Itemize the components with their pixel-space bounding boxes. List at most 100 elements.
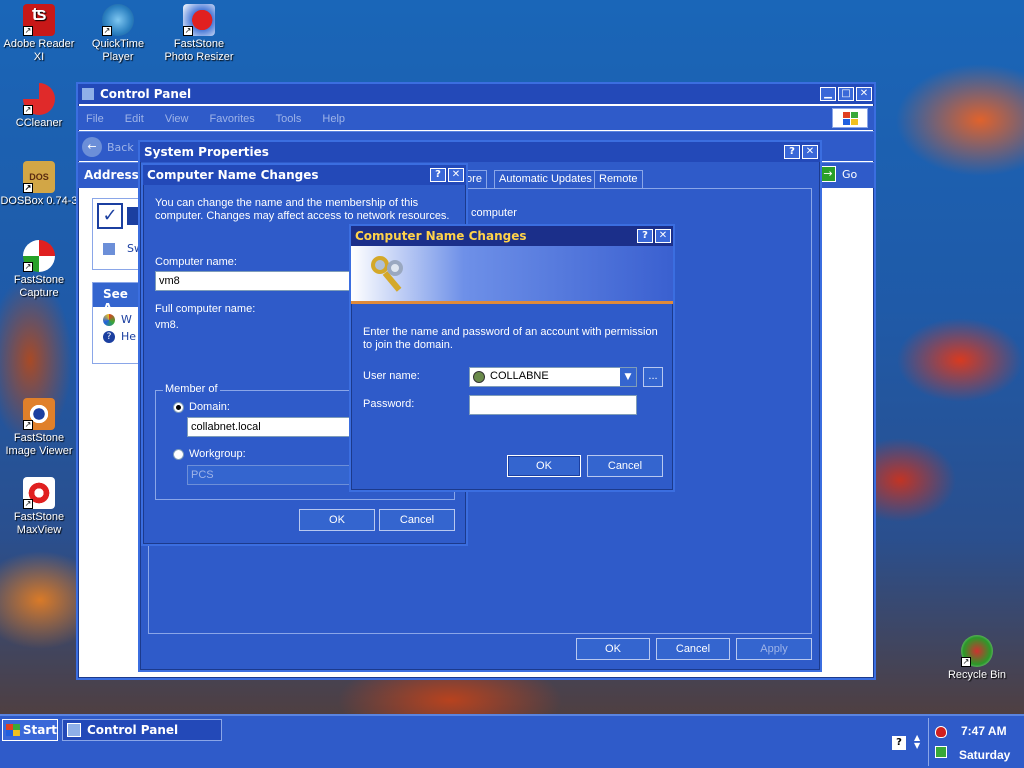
dosbox-icon: DOS ↗: [23, 161, 55, 193]
desktop-icon-label: Recycle Bin: [947, 669, 1007, 681]
security-shield-icon[interactable]: [935, 726, 947, 738]
desktop-icon-label: FastStone MaxView: [13, 511, 65, 536]
taskbar-item-control-panel[interactable]: Control Panel: [62, 719, 222, 741]
menu-bar: File Edit View Favorites Tools Help: [78, 106, 874, 130]
start-button[interactable]: Start: [2, 719, 58, 741]
desktop-icon-recycle-bin[interactable]: ↗ Recycle Bin: [938, 635, 1016, 682]
close-button[interactable]: ✕: [655, 229, 671, 243]
dialog-title: System Properties: [144, 145, 269, 159]
computer-name-field[interactable]: vm8: [155, 271, 355, 291]
instruction-text: Enter the name and password of an accoun…: [363, 326, 658, 351]
cancel-button[interactable]: Cancel: [587, 455, 663, 477]
user-name-label: User name:: [363, 370, 420, 382]
dialog-title: Computer Name Changes: [147, 168, 319, 182]
minimize-button[interactable]: ▁: [820, 87, 836, 101]
control-panel-titlebar[interactable]: Control Panel ▁ □ ✕: [78, 84, 874, 104]
domain-field[interactable]: collabnet.local: [187, 417, 351, 437]
apply-button[interactable]: Apply: [736, 638, 812, 660]
user-name-value: COLLABNE: [490, 370, 549, 382]
go-arrow-icon: →: [820, 166, 836, 182]
help-button[interactable]: ?: [637, 229, 653, 243]
desktop-icon-quicktime[interactable]: ↗ QuickTime Player: [79, 4, 157, 64]
workgroup-radio[interactable]: [173, 449, 184, 460]
system-tray: 7:47 AM Saturday: [928, 718, 1022, 766]
faststone-maxview-icon: ↗: [23, 477, 55, 509]
menu-edit[interactable]: Edit: [125, 113, 144, 125]
keys-icon: [369, 254, 413, 298]
system-properties-titlebar[interactable]: System Properties ? ✕: [140, 142, 820, 162]
windows-logo-icon: [6, 724, 20, 736]
clock-time[interactable]: 7:47 AM: [961, 724, 1007, 738]
desktop-icon-label: QuickTime Player: [91, 38, 145, 63]
member-of-label: Member of: [163, 383, 220, 395]
help-icon: ?: [103, 330, 115, 343]
full-name-label: Full computer name:: [155, 303, 256, 315]
desktop-icon-label: DOSBox 0.74-3: [0, 195, 78, 207]
credentials-dialog: Computer Name Changes ? ✕ Enter the name…: [349, 224, 675, 492]
desktop-icon-faststone-capture[interactable]: ↗ FastStone Capture: [0, 240, 78, 300]
tray-help-icon[interactable]: ?: [892, 736, 906, 750]
user-name-combo[interactable]: COLLABNE ▼: [469, 367, 637, 387]
help-button[interactable]: ?: [430, 168, 446, 182]
cancel-button[interactable]: Cancel: [656, 638, 730, 660]
tray-expand-icon[interactable]: ▲ ▼: [914, 734, 920, 750]
taskbar: Start Control Panel ? ▲ ▼ 7:47 AM Saturda…: [0, 714, 1024, 768]
menu-file[interactable]: File: [86, 113, 104, 125]
faststone-capture-icon: ↗: [23, 240, 55, 272]
menu-favorites[interactable]: Favorites: [210, 113, 255, 125]
menu-tools[interactable]: Tools: [276, 113, 302, 125]
desktop-icon-label: FastStone Capture: [13, 274, 65, 299]
desktop-icon-label: Adobe Reader XI: [3, 38, 75, 63]
workgroup-label: Workgroup:: [189, 448, 246, 460]
domain-radio[interactable]: [173, 402, 184, 413]
name-changes-titlebar[interactable]: Computer Name Changes ? ✕: [143, 165, 466, 185]
recycle-bin-icon: ↗: [961, 635, 993, 667]
desktop-icon-faststone-maxview[interactable]: ↗ FastStone MaxView: [0, 477, 78, 537]
workgroup-field: PCS: [187, 465, 351, 485]
browse-button[interactable]: ...: [643, 367, 663, 387]
password-field[interactable]: [469, 395, 637, 415]
windows-logo-icon: [832, 108, 868, 128]
ok-button[interactable]: OK: [507, 455, 581, 477]
password-label: Password:: [363, 398, 415, 410]
faststone-photo-resizer-icon: ↗: [183, 4, 215, 36]
back-button[interactable]: ← Back: [82, 136, 134, 158]
cancel-button[interactable]: Cancel: [379, 509, 455, 531]
desktop-icon-faststone-photo-resizer[interactable]: ↗ FastStone Photo Resizer: [160, 4, 238, 64]
tab-automatic-updates[interactable]: Automatic Updates: [494, 170, 597, 188]
ccleaner-icon: ↗: [23, 83, 55, 115]
close-button[interactable]: ✕: [448, 168, 464, 182]
faststone-image-viewer-icon: ↗: [23, 398, 55, 430]
dialog-title: Computer Name Changes: [355, 229, 527, 243]
go-button[interactable]: → Go: [820, 166, 857, 182]
network-icon[interactable]: [935, 746, 947, 758]
banner: [351, 246, 673, 304]
clock-day: Saturday: [959, 748, 1011, 762]
desktop-icon-label: FastStone Photo Resizer: [164, 38, 234, 63]
help-button[interactable]: ?: [784, 145, 800, 159]
close-button[interactable]: ✕: [856, 87, 872, 101]
quicktime-icon: ↗: [102, 4, 134, 36]
adobe-reader-icon: ʦ ↗: [23, 4, 55, 36]
desktop-icon-dosbox[interactable]: DOS ↗ DOSBox 0.74-3: [0, 161, 78, 208]
user-icon: [473, 371, 485, 383]
desktop-icon-faststone-image-viewer[interactable]: ↗ FastStone Image Viewer: [0, 398, 78, 458]
chevron-down-icon[interactable]: ▼: [620, 368, 636, 386]
ok-button[interactable]: OK: [576, 638, 650, 660]
menu-help[interactable]: Help: [322, 113, 345, 125]
windows-update-icon: [103, 313, 115, 326]
close-button[interactable]: ✕: [802, 145, 818, 159]
control-panel-icon: [67, 723, 81, 737]
tab-remote[interactable]: Remote: [594, 170, 643, 188]
menu-view[interactable]: View: [165, 113, 189, 125]
back-arrow-icon: ←: [82, 137, 102, 157]
window-title: Control Panel: [100, 87, 192, 101]
maximize-button[interactable]: □: [838, 87, 854, 101]
desktop-icon-adobe-reader[interactable]: ʦ ↗ Adobe Reader XI: [0, 4, 78, 64]
desktop-icon-ccleaner[interactable]: ↗ CCleaner: [0, 83, 78, 130]
credentials-titlebar[interactable]: Computer Name Changes ? ✕: [351, 226, 673, 246]
intro-text: You can change the name and the membersh…: [155, 197, 450, 222]
desktop-icon-label: CCleaner: [15, 117, 63, 129]
desktop-icon-label: FastStone Image Viewer: [5, 432, 73, 457]
ok-button[interactable]: OK: [299, 509, 375, 531]
